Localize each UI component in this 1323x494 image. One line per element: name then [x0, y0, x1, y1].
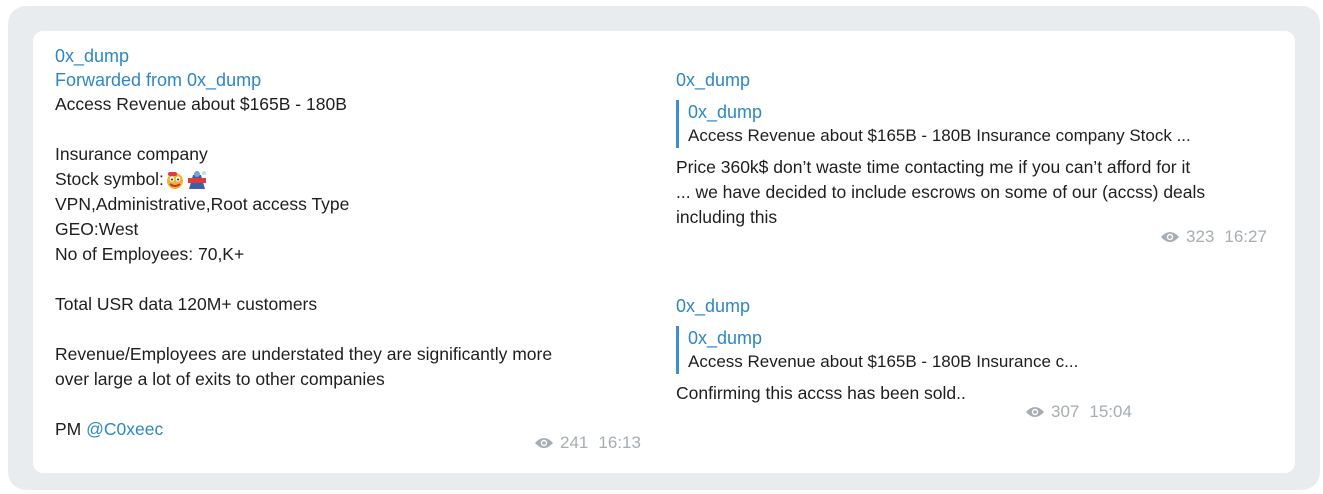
- message-text: Stock symbol:: [55, 169, 164, 189]
- eye-icon: [1161, 232, 1179, 242]
- message-time: 16:27: [1224, 227, 1267, 246]
- message-time: 15:04: [1089, 402, 1132, 421]
- message-time: 16:13: [598, 433, 641, 452]
- message-text-line: Revenue/Employees are understated they a…: [55, 344, 553, 364]
- stock-symbol-line: Stock symbol:: [55, 167, 655, 192]
- reply-quote[interactable]: 0x_dump Access Revenue about $165B - 180…: [676, 100, 1286, 148]
- quote-text: Access Revenue about $165B - 180B Insura…: [688, 352, 1079, 371]
- message-meta: 323 16:27: [1160, 226, 1267, 248]
- message-text-line: Total USR data 120M+ customers: [55, 294, 318, 314]
- sender-name[interactable]: 0x_dump: [55, 44, 655, 68]
- message-meta: 307 15:04: [1025, 401, 1132, 423]
- quote-text: Access Revenue about $165B - 180B Insura…: [688, 126, 1191, 145]
- pm-label: PM: [55, 419, 82, 439]
- sender-name[interactable]: 0x_dump: [676, 294, 1286, 318]
- view-count: 323: [1186, 227, 1215, 246]
- message-text-line: GEO:West: [55, 219, 139, 239]
- view-count: 307: [1051, 402, 1080, 421]
- view-count: 241: [560, 433, 589, 452]
- message-text-line: over large a lot of exits to other compa…: [55, 369, 385, 389]
- eye-icon: [1026, 407, 1044, 417]
- message-text-line: Insurance company: [55, 144, 208, 164]
- message-right-2: 0x_dump 0x_dump Access Revenue about $16…: [676, 294, 1286, 406]
- message-text-line: Access Revenue about $165B - 180B: [55, 94, 347, 114]
- emoji-sticker-icon: [164, 169, 186, 191]
- message-text-line: ... we have decided to include escrows o…: [676, 182, 1206, 202]
- sender-name[interactable]: 0x_dump: [676, 68, 1286, 92]
- message-text-line: VPN,Administrative,Root access Type: [55, 194, 350, 214]
- message-right-1: 0x_dump 0x_dump Access Revenue about $16…: [676, 68, 1286, 230]
- quote-sender: 0x_dump: [688, 328, 763, 348]
- eye-icon: [535, 438, 553, 448]
- quote-sender: 0x_dump: [688, 102, 763, 122]
- message-left: 0x_dump Forwarded from 0x_dump Access Re…: [55, 44, 655, 442]
- message-text-line: Confirming this accss has been sold..: [676, 383, 966, 403]
- message-text-line: Price 360k$ don’t waste time contacting …: [676, 157, 1191, 177]
- pm-handle-link[interactable]: @C0xeec: [86, 419, 163, 439]
- reply-quote[interactable]: 0x_dump Access Revenue about $165B - 180…: [676, 326, 1286, 374]
- emoji-sticker-icon: [186, 169, 208, 191]
- forwarded-from-link[interactable]: Forwarded from 0x_dump: [55, 68, 655, 92]
- message-text-line: No of Employees: 70,K+: [55, 244, 245, 264]
- message-meta: 241 16:13: [534, 432, 641, 454]
